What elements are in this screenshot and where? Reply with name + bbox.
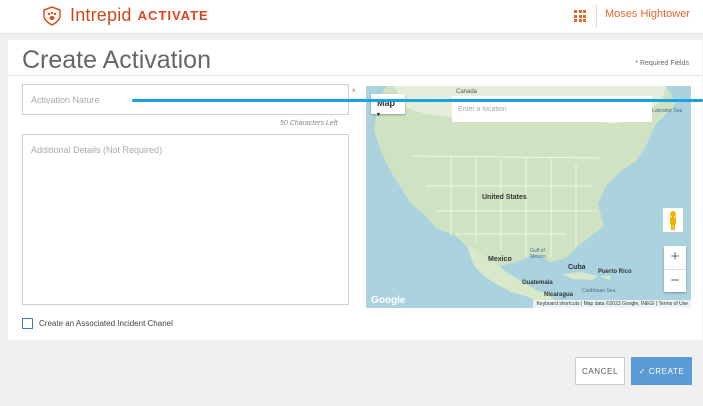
header-divider [596, 4, 597, 28]
zoom-out-button[interactable]: − [664, 269, 686, 292]
required-fields-note: * Required Fields [635, 60, 689, 67]
map-label-guatemala: Guatemala [522, 280, 553, 286]
map-label-labrador-sea: Labrador Sea [652, 108, 683, 114]
map-label-mexico: Mexico [488, 256, 512, 263]
map-label-puerto-rico: Puerto Rico [598, 269, 632, 275]
required-mark: * [352, 87, 356, 97]
street-view-pegman-icon[interactable] [663, 208, 683, 232]
zoom-in-button[interactable]: + [664, 246, 686, 269]
page-title: Create Activation [22, 46, 211, 74]
title-divider [8, 75, 702, 76]
map-label-caribbean: Caribbean Sea [582, 288, 616, 294]
grid-icon[interactable] [574, 10, 586, 22]
check-icon: ✓ [638, 366, 646, 376]
map-label-us: United States [482, 194, 527, 201]
focus-indicator-line [132, 99, 703, 102]
map-attribution[interactable]: Keyboard shortcuts | Map data ©2023 Goog… [533, 300, 691, 308]
incident-channel-checkbox[interactable] [22, 318, 33, 329]
zoom-control: + − [664, 246, 686, 292]
top-bar: Intrepid ACTIVATE Moses Hightower [0, 0, 703, 34]
map-label-nicaragua: Nicaragua [544, 292, 574, 298]
create-button[interactable]: ✓ CREATE [631, 357, 692, 385]
create-button-label: CREATE [648, 366, 685, 376]
brand-product: ACTIVATE [137, 8, 209, 23]
brand-name: Intrepid [70, 5, 132, 25]
map-type-selector[interactable]: Map ▾ [371, 94, 405, 118]
map-label-cuba: Cuba [568, 264, 586, 271]
caret-down-icon: ▾ [377, 112, 381, 118]
shield-paw-icon [43, 5, 61, 26]
google-logo: Google [371, 295, 406, 306]
user-menu[interactable]: Moses Hightower [605, 8, 690, 20]
map-label-gulf: Gulf of Mexico [530, 248, 546, 260]
map-label-canada: Canada [456, 89, 478, 95]
additional-details-textarea[interactable] [22, 134, 349, 305]
characters-left-counter: 50 Characters Left [280, 120, 338, 127]
incident-channel-label[interactable]: Create an Associated Incident Chanel [39, 319, 173, 328]
brand-logo[interactable]: Intrepid ACTIVATE [42, 5, 209, 26]
map-view[interactable]: Canada Labrador Sea United States Gulf o… [366, 86, 691, 308]
cancel-button[interactable]: CANCEL [575, 357, 625, 385]
